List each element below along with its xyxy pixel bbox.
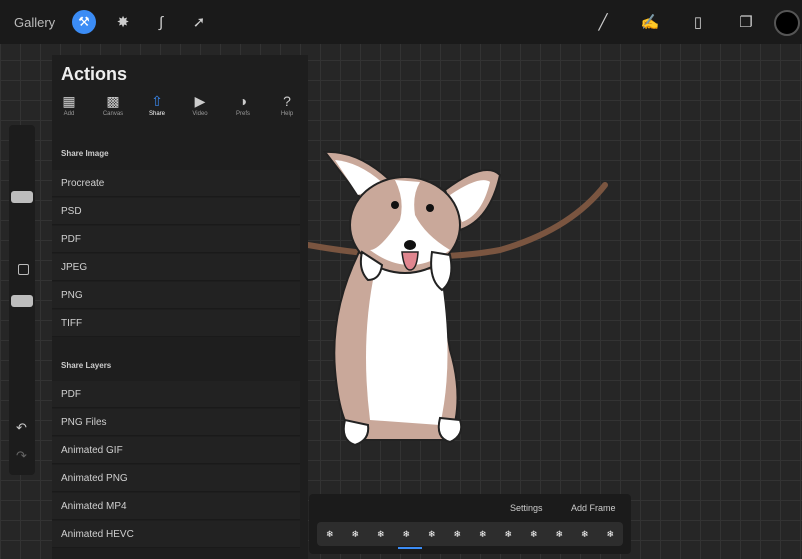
frame-thumbnail[interactable]: ❄ [504, 529, 512, 540]
tab-label: Add [63, 111, 75, 117]
tab-add[interactable]: ▦ Add [54, 93, 84, 117]
tab-prefs[interactable]: ◑ Prefs [228, 93, 258, 117]
tab-label: Canvas [102, 111, 124, 117]
undo-icon[interactable]: ↶ [16, 420, 27, 436]
opacity-slider[interactable] [11, 295, 33, 307]
frame-thumbnail[interactable]: ❄ [555, 529, 563, 540]
frame-thumbnail[interactable]: ❄ [377, 529, 385, 540]
tab-label: Help [280, 111, 294, 117]
gallery-button[interactable]: Gallery [14, 0, 55, 44]
share-png-files[interactable]: PNG Files [52, 409, 300, 436]
share-jpeg[interactable]: JPEG [52, 254, 300, 281]
top-toolbar: Gallery ⚒ ✸ ∫ ➚ ╱ ✍ ▯ ❐ [0, 0, 802, 44]
share-animated-mp4[interactable]: Animated MP4 [52, 493, 300, 520]
share-psd[interactable]: PSD [52, 198, 300, 225]
timeline-settings-button[interactable]: Settings [510, 503, 543, 513]
prefs-icon: ◑ [238, 93, 248, 109]
share-animated-hevc[interactable]: Animated HEVC [52, 521, 300, 548]
share-image-header: Share Image [61, 149, 109, 158]
share-layers-header: Share Layers [61, 361, 112, 370]
share-layers-pdf[interactable]: PDF [52, 381, 300, 408]
brush-icon[interactable]: ╱ [590, 0, 616, 44]
actions-panel: Actions ▦ Add ▩ Canvas ⇧ Share ▶ Video ◑… [52, 55, 308, 559]
tab-video[interactable]: ▶ Video [185, 93, 215, 117]
layers-icon[interactable]: ❐ [733, 0, 759, 44]
tab-help[interactable]: ? Help [272, 93, 302, 117]
color-picker-button[interactable] [774, 10, 800, 36]
eraser-icon[interactable]: ▯ [685, 0, 711, 44]
brush-size-slider[interactable] [11, 191, 33, 203]
frame-strip: ❄ ❄ ❄ ❄ ❄ ❄ ❄ ❄ ❄ ❄ ❄ ❄ [317, 522, 623, 546]
corgi-illustration [305, 150, 608, 447]
animation-timeline: Settings Add Frame ❄ ❄ ❄ ❄ ❄ ❄ ❄ ❄ ❄ ❄ ❄… [309, 494, 631, 554]
modify-button[interactable] [18, 264, 29, 275]
share-tiff[interactable]: TIFF [52, 310, 300, 337]
tab-label: Video [192, 111, 208, 117]
frame-thumbnail[interactable]: ❄ [326, 529, 334, 540]
canvas-icon: ▩ [106, 93, 120, 109]
transform-icon[interactable]: ➚ [186, 0, 212, 44]
frame-thumbnail[interactable]: ❄ [581, 529, 589, 540]
share-icon: ⇧ [151, 93, 163, 109]
wrench-icon[interactable]: ⚒ [72, 10, 96, 34]
selection-icon[interactable]: ∫ [148, 0, 174, 44]
frame-thumbnail[interactable]: ❄ [351, 529, 359, 540]
frame-thumbnail[interactable]: ❄ [453, 529, 461, 540]
frame-thumbnail[interactable]: ❄ [428, 529, 436, 540]
frame-thumbnail[interactable]: ❄ [530, 529, 538, 540]
share-pdf[interactable]: PDF [52, 226, 300, 253]
active-frame-indicator [398, 547, 422, 549]
smudge-icon[interactable]: ✍ [637, 0, 663, 44]
tab-share[interactable]: ⇧ Share [142, 93, 172, 117]
tab-canvas[interactable]: ▩ Canvas [98, 93, 128, 117]
redo-icon[interactable]: ↷ [16, 448, 27, 464]
tab-label: Share [148, 111, 165, 117]
frame-thumbnail[interactable]: ❄ [606, 529, 614, 540]
left-sidebar: ↶ ↷ [9, 125, 35, 475]
magic-wand-icon[interactable]: ✸ [110, 0, 136, 44]
share-animated-gif[interactable]: Animated GIF [52, 437, 300, 464]
actions-tabs: ▦ Add ▩ Canvas ⇧ Share ▶ Video ◑ Prefs ?… [52, 93, 308, 127]
frame-thumbnail[interactable]: ❄ [402, 529, 410, 540]
share-animated-png[interactable]: Animated PNG [52, 465, 300, 492]
share-png[interactable]: PNG [52, 282, 300, 309]
panel-title: Actions [61, 64, 128, 84]
video-icon: ▶ [194, 93, 206, 109]
tab-label: Prefs [235, 111, 250, 117]
frame-thumbnail[interactable]: ❄ [479, 529, 487, 540]
share-procreate[interactable]: Procreate [52, 170, 300, 197]
help-icon: ? [283, 93, 291, 109]
add-icon: ▦ [62, 93, 76, 109]
add-frame-button[interactable]: Add Frame [571, 503, 616, 513]
